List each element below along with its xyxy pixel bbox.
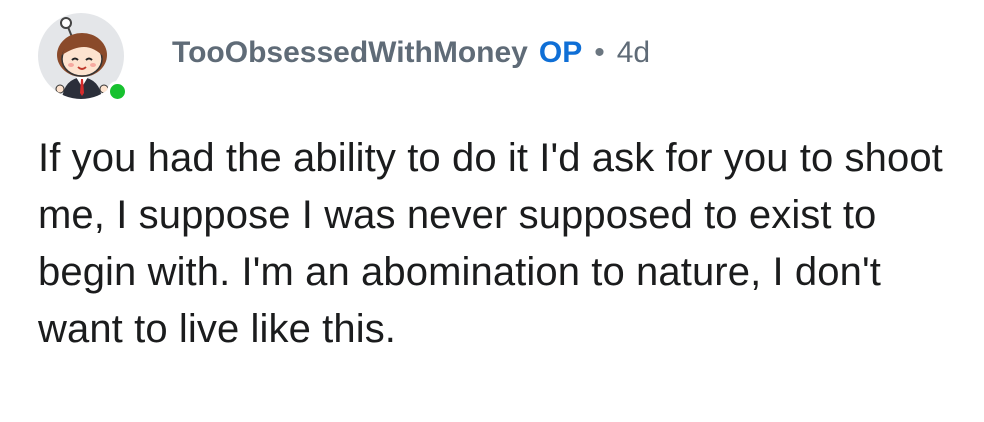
username-link[interactable]: TooObsessedWithMoney — [172, 36, 528, 70]
meta-separator: • — [594, 36, 605, 69]
comment-body: If you had the ability to do it I'd ask … — [38, 136, 943, 351]
online-status-indicator — [107, 81, 128, 102]
comment: TooObsessedWithMoney OP • 4d If you had … — [0, 0, 984, 422]
op-badge: OP — [538, 36, 583, 69]
comment-age[interactable]: 4d — [617, 36, 650, 70]
comment-meta: TooObsessedWithMoney OP • 4d — [172, 36, 650, 70]
avatar[interactable] — [38, 9, 128, 102]
comment-header: TooObsessedWithMoney OP • 4d — [38, 6, 650, 102]
